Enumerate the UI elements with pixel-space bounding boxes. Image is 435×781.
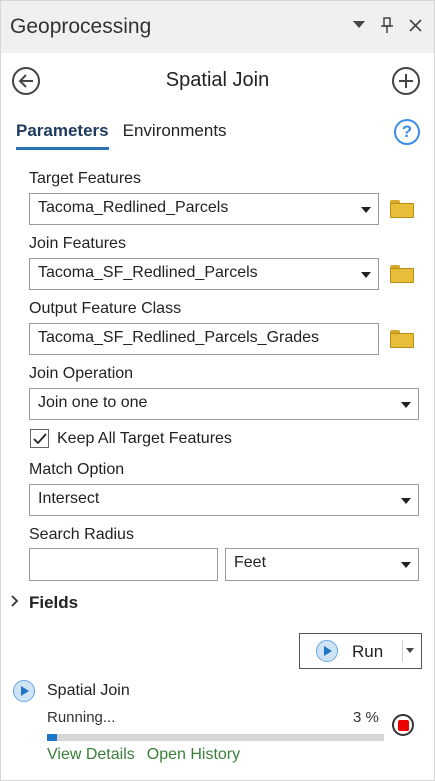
run-options-chevron-icon[interactable] [406, 648, 414, 653]
chevron-right-icon [11, 594, 19, 612]
progress-tool-title: Spatial Join [47, 682, 130, 699]
search-radius-unit-value: Feet [234, 554, 267, 571]
help-icon[interactable]: ? [394, 119, 420, 145]
tool-tabs: Parameters Environments [16, 121, 227, 150]
match-option-label: Match Option [29, 461, 125, 478]
progress-percent: 3 % [353, 709, 379, 726]
pin-icon[interactable] [378, 15, 396, 35]
progress-links: View Details Open History [47, 746, 240, 764]
open-history-link[interactable]: Open History [147, 746, 240, 764]
join-features-value: Tacoma_SF_Redlined_Parcels [38, 264, 258, 281]
output-feature-class-label: Output Feature Class [29, 300, 182, 317]
checkmark-icon [32, 432, 47, 444]
output-feature-class-input[interactable]: Tacoma_SF_Redlined_Parcels_Grades [29, 323, 379, 355]
chevron-down-icon [361, 207, 371, 213]
join-operation-select[interactable]: Join one to one [29, 388, 419, 420]
tab-environments[interactable]: Environments [123, 121, 227, 150]
join-features-label: Join Features [29, 235, 126, 252]
fields-section-toggle[interactable]: Fields [11, 593, 78, 613]
add-plus-icon[interactable] [392, 67, 420, 95]
join-operation-value: Join one to one [38, 394, 148, 411]
run-button-divider [402, 640, 403, 662]
tool-title: Spatial Join [165, 69, 270, 91]
chevron-down-icon [361, 272, 371, 278]
keep-all-target-features-checkbox[interactable] [30, 429, 49, 448]
output-feature-class-value: Tacoma_SF_Redlined_Parcels_Grades [38, 329, 320, 346]
view-details-link[interactable]: View Details [47, 746, 135, 764]
folder-icon[interactable] [390, 200, 414, 218]
join-operation-label: Join Operation [29, 365, 134, 382]
pane-title: Geoprocessing [10, 15, 152, 38]
progress-bar [47, 734, 384, 741]
close-icon[interactable] [406, 15, 424, 35]
target-features-label: Target Features [29, 170, 142, 187]
keep-all-target-features-label: Keep All Target Features [57, 430, 232, 447]
chevron-down-icon [401, 498, 411, 504]
progress-status: Running... [47, 709, 116, 726]
chevron-down-icon [401, 402, 411, 408]
dropdown-arrow-icon[interactable] [350, 15, 368, 35]
play-icon[interactable] [13, 680, 35, 702]
run-button-label: Run [352, 642, 384, 661]
match-option-value: Intersect [38, 490, 100, 507]
titlebar-icons [350, 15, 424, 35]
run-button[interactable]: Run [299, 633, 422, 669]
stop-icon[interactable] [392, 714, 414, 736]
folder-icon[interactable] [390, 265, 414, 283]
progress-bar-fill [47, 734, 58, 741]
target-features-value: Tacoma_Redlined_Parcels [38, 199, 229, 216]
folder-icon[interactable] [390, 330, 414, 348]
join-features-select[interactable]: Tacoma_SF_Redlined_Parcels [29, 258, 379, 290]
search-radius-unit-select[interactable]: Feet [225, 548, 419, 581]
pane-titlebar: Geoprocessing [1, 1, 434, 53]
chevron-down-icon [401, 562, 411, 568]
tab-parameters[interactable]: Parameters [16, 121, 109, 150]
match-option-select[interactable]: Intersect [29, 484, 419, 516]
search-radius-label: Search Radius [29, 526, 134, 543]
play-icon [316, 640, 338, 662]
tool-header: Spatial Join [1, 61, 434, 101]
geoprocessing-pane: Geoprocessing Spatial Join Parameters En… [0, 0, 435, 781]
target-features-select[interactable]: Tacoma_Redlined_Parcels [29, 193, 379, 225]
search-radius-input[interactable] [29, 548, 218, 581]
fields-section-label: Fields [29, 593, 79, 612]
